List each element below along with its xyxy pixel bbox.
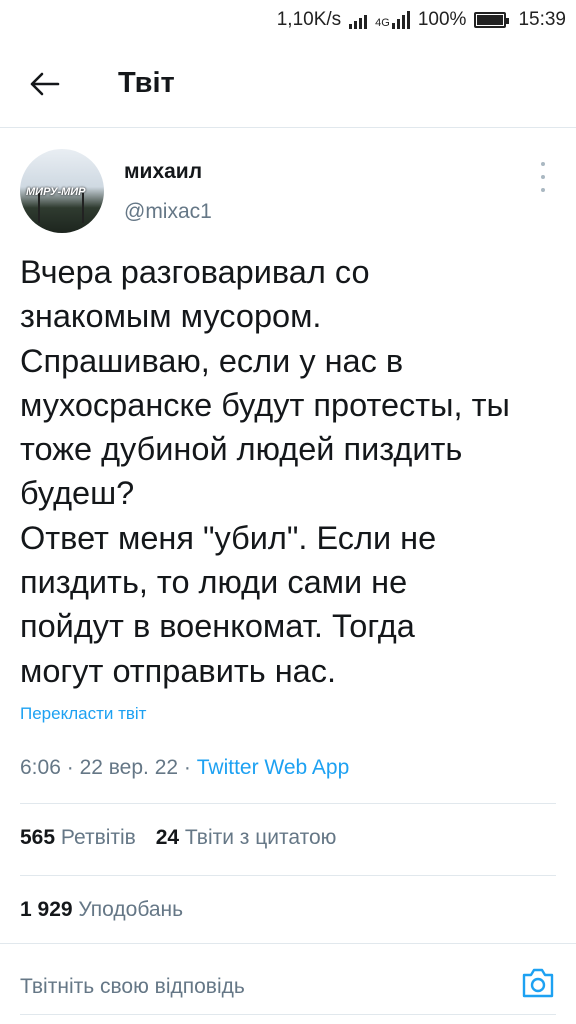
arrow-left-icon	[30, 72, 60, 95]
separator: ·	[66, 756, 74, 779]
status-bar: 1,10K/s 4G 100% 15:39	[0, 0, 576, 40]
avatar-sign: МИРУ-МИР	[26, 186, 86, 198]
author-name[interactable]: михаил	[124, 160, 202, 184]
battery-percent: 100%	[417, 9, 467, 30]
reply-input[interactable]	[20, 970, 490, 1004]
signal-icon	[349, 11, 368, 29]
retweets-label: Ретвітів	[60, 826, 136, 849]
battery-icon	[474, 12, 510, 28]
separator: ·	[183, 756, 191, 779]
translate-tweet-link[interactable]: Перекласти твіт	[20, 704, 146, 724]
network-type: 4G	[375, 17, 390, 29]
divider	[20, 875, 556, 876]
engagement-stats: 565 Ретвітів 24 Твіти з цитатою	[20, 826, 350, 850]
app-header: Твіт	[0, 40, 576, 128]
camera-icon	[522, 968, 554, 998]
tweet-text: Вчера разговаривал со знакомым мусором. …	[20, 254, 510, 689]
camera-button[interactable]	[520, 966, 556, 1000]
retweets-stat[interactable]: 565 Ретвітів	[20, 826, 142, 849]
network-speed: 1,10K/s	[276, 9, 342, 30]
network-type-signal-icon: 4G	[375, 11, 410, 29]
page-title: Твіт	[118, 67, 175, 99]
clock: 15:39	[518, 9, 566, 30]
quotes-label: Твіти з цитатою	[184, 826, 337, 849]
tweet-date: 22 вер. 22	[79, 756, 179, 779]
avatar[interactable]: МИРУ-МИР	[20, 149, 104, 233]
reply-underline	[20, 1014, 556, 1015]
reply-bar	[0, 944, 576, 1024]
more-dots-icon	[541, 162, 545, 166]
more-options-button[interactable]	[538, 162, 548, 192]
quotes-stat[interactable]: 24 Твіти з цитатою	[156, 826, 337, 849]
likes-count: 1 929	[20, 898, 73, 921]
back-button[interactable]	[0, 40, 90, 128]
retweets-count: 565	[20, 826, 56, 849]
divider	[20, 803, 556, 804]
quotes-count: 24	[155, 826, 180, 849]
author-handle[interactable]: @mixac1	[124, 200, 212, 224]
likes-stat[interactable]: 1 929 Уподобань	[20, 898, 183, 921]
tweet-metadata: 6:06 · 22 вер. 22 · Twitter Web App	[20, 756, 349, 780]
likes-stats: 1 929 Уподобань	[20, 898, 197, 922]
tweet-time: 6:06	[20, 756, 61, 779]
tweet-source-link[interactable]: Twitter Web App	[197, 756, 350, 779]
likes-label: Уподобань	[78, 898, 184, 921]
tweet-author: МИРУ-МИР михаил @mixac1	[0, 140, 576, 240]
